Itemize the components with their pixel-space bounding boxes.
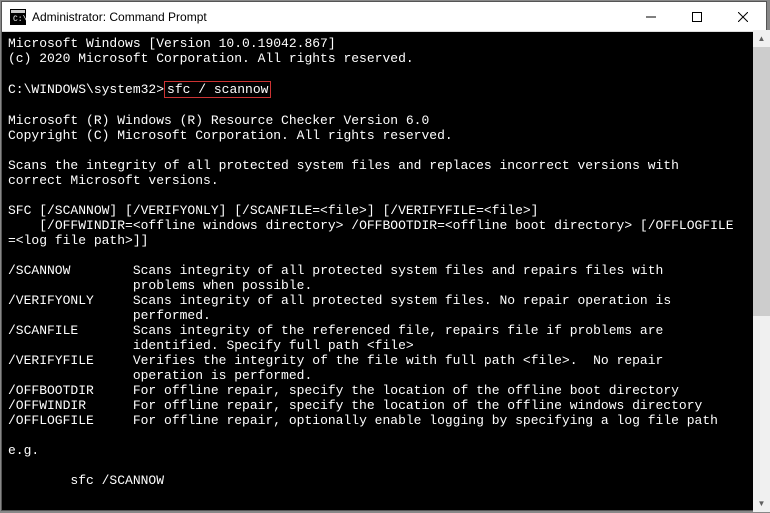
output-line: Scans the integrity of all protected sys…: [8, 158, 679, 173]
option-name: /OFFBOOTDIR: [8, 383, 94, 398]
maximize-button[interactable]: [674, 2, 720, 32]
prompt-path: C:\WINDOWS\system32>: [8, 82, 164, 97]
output-line: correct Microsoft versions.: [8, 173, 219, 188]
option-name: /VERIFYFILE: [8, 353, 94, 368]
output-line: [/OFFWINDIR=<offline windows directory> …: [8, 218, 734, 233]
option-name: /SCANNOW: [8, 263, 70, 278]
option-desc: identified. Specify full path <file>: [8, 338, 414, 353]
option-name: /OFFWINDIR: [8, 398, 86, 413]
scroll-thumb[interactable]: [753, 47, 770, 316]
output-line: SFC [/SCANNOW] [/VERIFYONLY] [/SCANFILE=…: [8, 203, 539, 218]
scroll-track[interactable]: [753, 47, 770, 495]
vertical-scrollbar[interactable]: ▲ ▼: [753, 30, 770, 512]
option-desc: For offline repair, specify the location…: [94, 383, 679, 398]
option-desc: Verifies the integrity of the file with …: [94, 353, 664, 368]
cmd-icon: C:\: [10, 9, 26, 25]
option-desc: Scans integrity of all protected system …: [70, 263, 663, 278]
output-line: Microsoft (R) Windows (R) Resource Check…: [8, 113, 429, 128]
option-desc: Scans integrity of the referenced file, …: [78, 323, 663, 338]
option-name: /OFFLOGFILE: [8, 413, 94, 428]
window-title: Administrator: Command Prompt: [32, 10, 207, 24]
option-desc: Scans integrity of all protected system …: [94, 293, 671, 308]
option-desc: performed.: [8, 308, 211, 323]
entered-command: sfc / scannow: [164, 81, 271, 98]
terminal-output[interactable]: Microsoft Windows [Version 10.0.19042.86…: [2, 32, 766, 510]
option-desc: problems when possible.: [8, 278, 312, 293]
output-line: =<log file path>]]: [8, 233, 148, 248]
output-line: Copyright (C) Microsoft Corporation. All…: [8, 128, 453, 143]
copyright-line: (c) 2020 Microsoft Corporation. All righ…: [8, 51, 414, 66]
scroll-up-arrow[interactable]: ▲: [753, 30, 770, 47]
option-desc: For offline repair, specify the location…: [86, 398, 702, 413]
scroll-down-arrow[interactable]: ▼: [753, 495, 770, 512]
close-button[interactable]: [720, 2, 766, 32]
option-name: /SCANFILE: [8, 323, 78, 338]
version-line: Microsoft Windows [Version 10.0.19042.86…: [8, 36, 336, 51]
command-prompt-window: C:\ Administrator: Command Prompt Micros…: [1, 1, 767, 511]
output-line: e.g.: [8, 443, 39, 458]
option-desc: operation is performed.: [8, 368, 312, 383]
option-name: /VERIFYONLY: [8, 293, 94, 308]
minimize-button[interactable]: [628, 2, 674, 32]
svg-text:C:\: C:\: [13, 15, 26, 24]
option-desc: For offline repair, optionally enable lo…: [94, 413, 718, 428]
titlebar[interactable]: C:\ Administrator: Command Prompt: [2, 2, 766, 32]
example-line: sfc /SCANNOW: [8, 473, 164, 488]
